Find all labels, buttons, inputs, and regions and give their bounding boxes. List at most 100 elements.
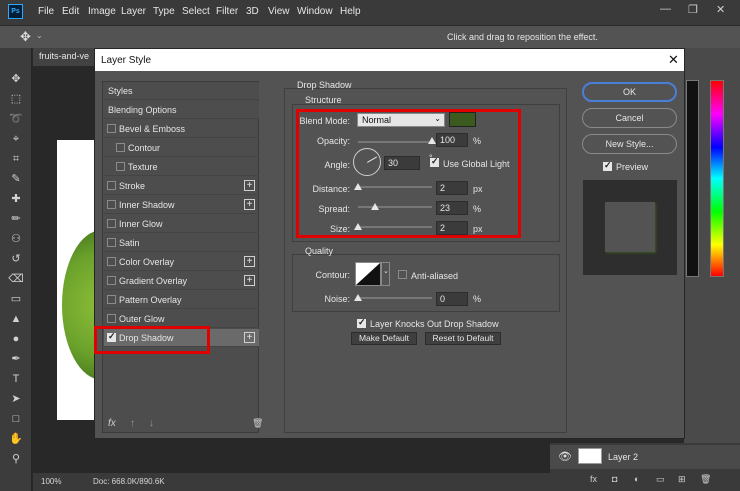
lasso-icon[interactable]: ➰ [8, 112, 24, 126]
noise-field[interactable]: 0 [436, 292, 468, 306]
style-item-label: Blending Options [108, 105, 177, 115]
add-style-icon[interactable]: + [244, 332, 255, 343]
cancel-button[interactable]: Cancel [582, 108, 677, 128]
style-checkbox[interactable] [107, 124, 116, 133]
style-checkbox[interactable] [116, 143, 125, 152]
menu-file[interactable]: File [38, 6, 54, 17]
contour-preview[interactable] [355, 262, 381, 286]
style-checkbox[interactable] [107, 295, 116, 304]
menu-filter[interactable]: Filter [216, 6, 238, 17]
eye-icon[interactable]: 👁 [558, 450, 572, 463]
close-icon[interactable]: ✕ [716, 3, 725, 16]
brush-icon[interactable]: ✏ [8, 212, 24, 226]
anti-aliased-checkbox[interactable] [398, 270, 407, 279]
add-style-icon[interactable]: + [244, 180, 255, 191]
style-item-inner-shadow[interactable]: Inner Shadow + [104, 196, 259, 214]
dialog-close-icon[interactable]: ✕ [668, 52, 679, 68]
style-checkbox[interactable] [107, 200, 116, 209]
dialog-titlebar[interactable] [95, 49, 684, 71]
menu-3d[interactable]: 3D [246, 6, 259, 17]
path-select-icon[interactable]: ➤ [8, 392, 24, 406]
zoom-icon[interactable]: ⚲ [8, 452, 24, 466]
layer-name[interactable]: Layer 2 [608, 452, 638, 462]
ok-button[interactable]: OK [582, 82, 677, 102]
style-item-contour[interactable]: Contour [104, 139, 259, 157]
knocks-out-label: Layer Knocks Out Drop Shadow [370, 319, 499, 329]
restore-icon[interactable]: ❐ [688, 3, 698, 16]
style-checkbox[interactable] [107, 314, 116, 323]
style-item-satin[interactable]: Satin [104, 234, 259, 252]
preview-checkbox[interactable] [603, 160, 612, 171]
new-style-button[interactable]: New Style... [582, 134, 677, 154]
mask-icon[interactable]: ◘ [612, 474, 617, 484]
style-item-color-overlay[interactable]: Color Overlay + [104, 253, 259, 271]
menu-select[interactable]: Select [182, 6, 210, 17]
folder-icon[interactable]: ▭ [656, 474, 665, 485]
adjustment-icon[interactable]: ◐ [634, 474, 639, 484]
dodge-icon[interactable]: ● [8, 332, 24, 346]
photoshop-logo-icon: Ps [8, 4, 23, 19]
style-item-stroke[interactable]: Stroke + [104, 177, 259, 195]
style-item-label: Inner Glow [119, 219, 163, 229]
move-down-icon[interactable]: ↓ [149, 418, 154, 429]
delete-icon[interactable]: 🗑 [252, 418, 263, 429]
style-checkbox[interactable] [107, 181, 116, 190]
menu-window[interactable]: Window [297, 6, 333, 17]
style-checkbox[interactable] [116, 162, 125, 171]
crop-icon[interactable]: ⌗ [8, 152, 24, 166]
add-style-icon[interactable]: + [244, 256, 255, 267]
type-icon[interactable]: T [8, 372, 24, 386]
move-icon[interactable]: ✥ [8, 72, 24, 86]
style-item-texture[interactable]: Texture [104, 158, 259, 176]
make-default-button[interactable]: Make Default [351, 332, 417, 345]
menu-edit[interactable]: Edit [62, 6, 79, 17]
style-item-blending-options[interactable]: Blending Options [104, 101, 259, 119]
menu-view[interactable]: View [268, 6, 290, 17]
hue-spectrum[interactable] [710, 80, 724, 277]
style-item-inner-glow[interactable]: Inner Glow [104, 215, 259, 233]
marquee-icon[interactable]: ⬚ [8, 92, 24, 106]
zoom-level[interactable]: 100% [41, 477, 61, 486]
noise-slider[interactable] [358, 297, 432, 299]
document-tab[interactable]: fruits-and-ve [33, 48, 97, 66]
knocks-out-checkbox[interactable] [357, 317, 366, 328]
noise-slider-thumb[interactable] [354, 294, 362, 301]
minimize-icon[interactable]: — [660, 3, 671, 15]
color-field[interactable] [686, 80, 699, 277]
style-checkbox[interactable] [107, 257, 116, 266]
eraser-icon[interactable]: ⌫ [8, 272, 24, 286]
add-style-icon[interactable]: + [244, 199, 255, 210]
contour-dropdown[interactable]: ⌄ [381, 262, 390, 286]
style-checkbox[interactable] [107, 219, 116, 228]
menu-type[interactable]: Type [153, 6, 175, 17]
menu-help[interactable]: Help [340, 6, 361, 17]
fx-icon[interactable]: fx [590, 474, 597, 484]
stamp-icon[interactable]: ⚇ [8, 232, 24, 246]
move-tool-icon[interactable]: ✥ [20, 29, 31, 45]
style-item-styles[interactable]: Styles [104, 82, 259, 100]
reset-to-default-button[interactable]: Reset to Default [425, 332, 501, 345]
style-item-label: Contour [128, 143, 161, 153]
history-brush-icon[interactable]: ↺ [8, 252, 24, 266]
menu-layer[interactable]: Layer [121, 6, 146, 17]
blur-icon[interactable]: ▲ [8, 312, 24, 326]
move-up-icon[interactable]: ↑ [130, 418, 135, 429]
trash-icon[interactable]: 🗑 [700, 474, 711, 485]
style-item-pattern-overlay[interactable]: Pattern Overlay [104, 291, 259, 309]
style-item-bevel-emboss[interactable]: Bevel & Emboss [104, 120, 259, 138]
quick-select-icon[interactable]: ⌖ [8, 132, 24, 146]
chevron-down-icon[interactable]: ⌄ [36, 31, 43, 40]
gradient-icon[interactable]: ▭ [8, 292, 24, 306]
hand-icon[interactable]: ✋ [8, 432, 24, 446]
eyedropper-icon[interactable]: ✎ [8, 172, 24, 186]
style-checkbox[interactable] [107, 238, 116, 247]
pen-icon[interactable]: ✒ [8, 352, 24, 366]
fx-icon[interactable]: fx [108, 418, 116, 429]
style-item-gradient-overlay[interactable]: Gradient Overlay + [104, 272, 259, 290]
healing-icon[interactable]: ✚ [8, 192, 24, 206]
style-checkbox[interactable] [107, 276, 116, 285]
add-style-icon[interactable]: + [244, 275, 255, 286]
menu-image[interactable]: Image [88, 6, 116, 17]
rectangle-icon[interactable]: □ [8, 412, 24, 426]
new-layer-icon[interactable]: ⊞ [678, 474, 686, 485]
